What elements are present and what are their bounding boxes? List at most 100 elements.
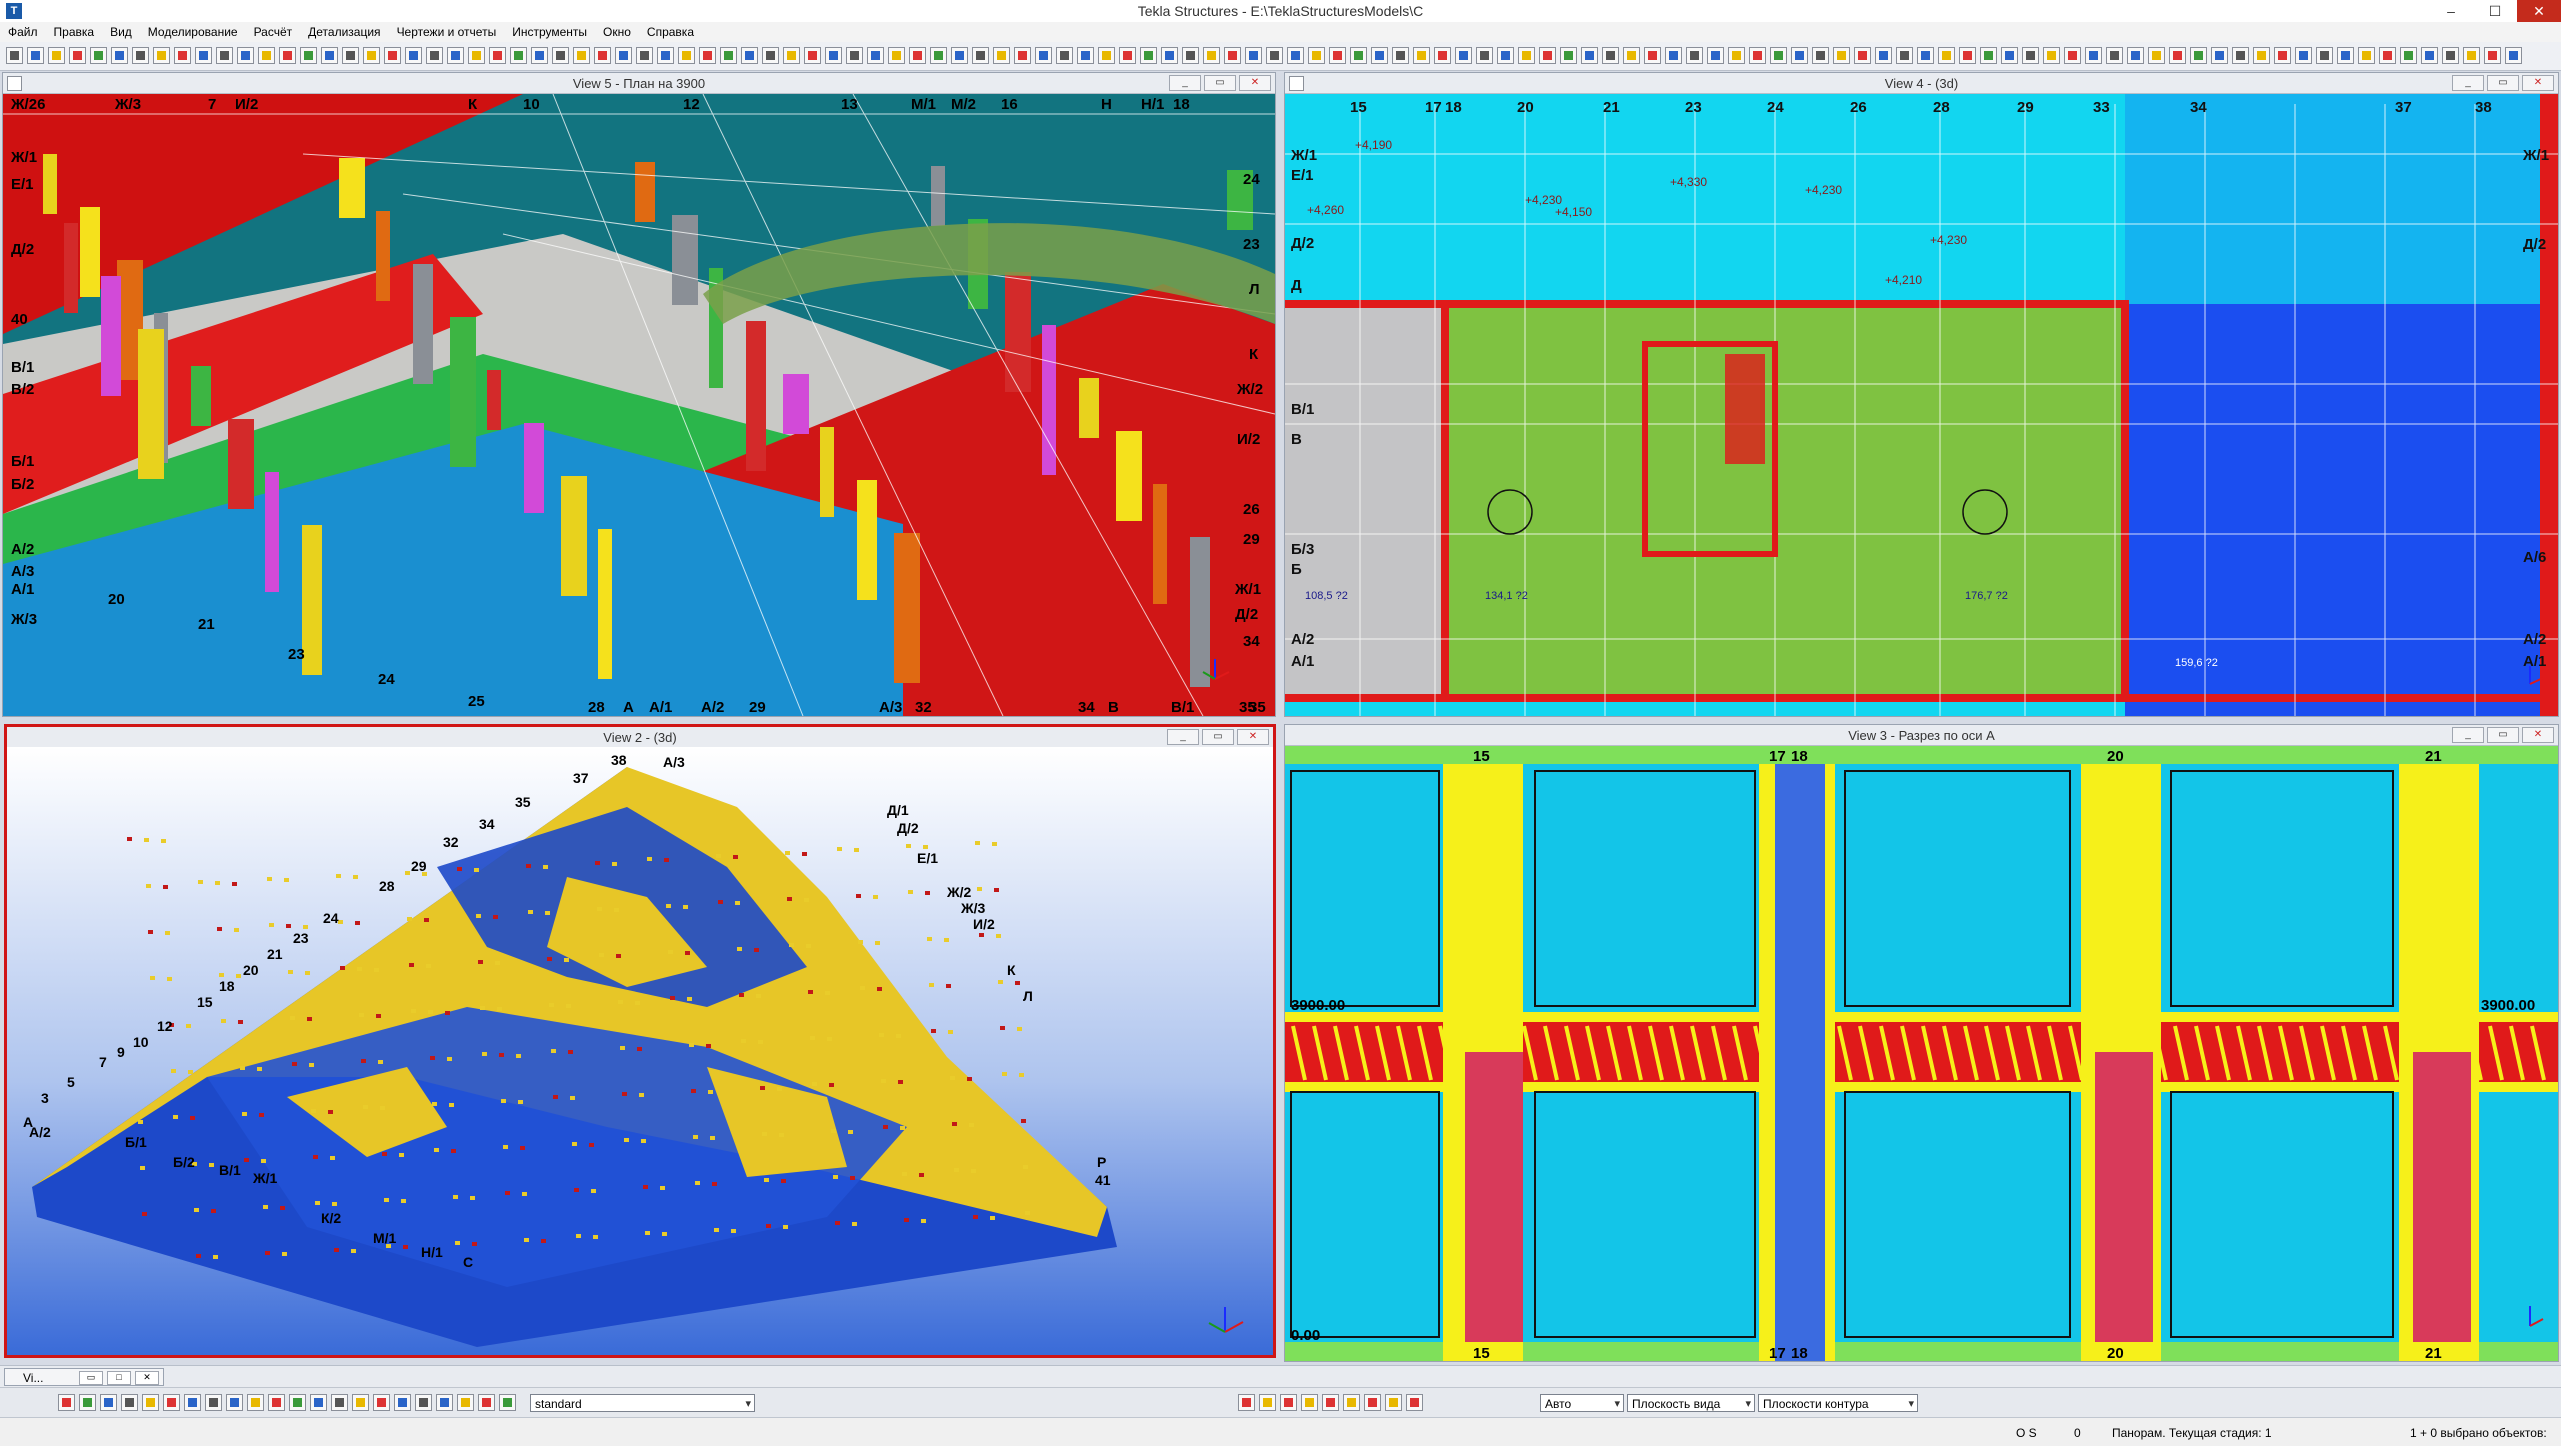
toolbar-tool-icon[interactable] [1707,47,1724,64]
toolbar-tool-icon[interactable] [1098,47,1115,64]
toolbar-tool-icon[interactable] [846,47,863,64]
structural-column[interactable] [265,472,279,592]
toolbar-tool-icon[interactable] [867,47,884,64]
structural-column[interactable] [138,329,164,479]
restore-icon[interactable]: ▭ [2487,727,2519,743]
selection-switch-icon[interactable] [268,1394,285,1411]
toolbar-tool-icon[interactable] [426,47,443,64]
structural-column[interactable] [1153,484,1167,604]
toolbar-tool-icon[interactable] [636,47,653,64]
snap-switch-icon[interactable] [1406,1394,1423,1411]
snap-switch-icon[interactable] [1301,1394,1318,1411]
selection-switch-icon[interactable] [205,1394,222,1411]
menu-window[interactable]: Окно [595,25,639,39]
menu-view[interactable]: Вид [102,25,140,39]
toolbar-tool-icon[interactable] [993,47,1010,64]
restore-icon[interactable]: ▭ [79,1371,103,1385]
toolbar-tool-icon[interactable] [2211,47,2228,64]
menu-detailing[interactable]: Детализация [300,25,388,39]
close-icon[interactable]: ✕ [2522,727,2554,743]
toolbar-tool-icon[interactable] [237,47,254,64]
toolbar-tool-icon[interactable] [2358,47,2375,64]
toolbar-tool-icon[interactable] [1749,47,1766,64]
toolbar-tool-icon[interactable] [1959,47,1976,64]
toolbar-tool-icon[interactable] [1476,47,1493,64]
toolbar-tool-icon[interactable] [825,47,842,64]
structural-column[interactable] [43,154,57,214]
toolbar-tool-icon[interactable] [2295,47,2312,64]
toolbar-tool-icon[interactable] [27,47,44,64]
view-4-window[interactable]: View 4 - (3d) _ ▭ ✕ 15 17 18 20 21 23 24… [1284,72,2559,717]
structural-column[interactable] [598,529,612,679]
toolbar-tool-icon[interactable] [594,47,611,64]
toolbar-tool-icon[interactable] [2442,47,2459,64]
close-icon[interactable]: ✕ [1237,729,1269,745]
toolbar-tool-icon[interactable] [363,47,380,64]
maximize-icon[interactable]: □ [107,1371,131,1385]
toolbar-tool-icon[interactable] [1875,47,1892,64]
toolbar-tool-icon[interactable] [1371,47,1388,64]
selection-switch-icon[interactable] [226,1394,243,1411]
toolbar-tool-icon[interactable] [741,47,758,64]
toolbar-tool-icon[interactable] [489,47,506,64]
toolbar-tool-icon[interactable] [531,47,548,64]
selection-filter-select[interactable]: standard [530,1394,755,1413]
toolbar-tool-icon[interactable] [1140,47,1157,64]
view-2-window[interactable]: View 2 - (3d) _ ▭ ✕ 38 37 35 34 32 29 28… [4,724,1276,1358]
toolbar-tool-icon[interactable] [1035,47,1052,64]
toolbar-tool-icon[interactable] [6,47,23,64]
structural-column[interactable] [413,264,433,384]
selection-switch-icon[interactable] [247,1394,264,1411]
toolbar-tool-icon[interactable] [699,47,716,64]
toolbar-tool-icon[interactable] [2337,47,2354,64]
work-plane-select[interactable]: Плоскость вида [1627,1394,1755,1413]
toolbar-tool-icon[interactable] [1434,47,1451,64]
menu-help[interactable]: Справка [639,25,702,39]
close-button[interactable]: ✕ [2517,0,2561,22]
view-4-model-canvas[interactable]: 15 17 18 20 21 23 24 26 28 29 33 34 37 3… [1285,94,2558,716]
toolbar-tool-icon[interactable] [2274,47,2291,64]
toolbar-tool-icon[interactable] [1518,47,1535,64]
toolbar-tool-icon[interactable] [615,47,632,64]
structural-column[interactable] [64,223,78,313]
toolbar-tool-icon[interactable] [69,47,86,64]
toolbar-tool-icon[interactable] [300,47,317,64]
maximize-button[interactable]: ☐ [2473,0,2517,22]
selection-switch-icon[interactable] [142,1394,159,1411]
minimize-icon[interactable]: _ [1167,729,1199,745]
toolbar-tool-icon[interactable] [1224,47,1241,64]
structural-column[interactable] [302,525,322,675]
selection-switch-icon[interactable] [415,1394,432,1411]
menu-file[interactable]: Файл [0,25,46,39]
structural-column[interactable] [857,480,877,600]
toolbar-tool-icon[interactable] [1665,47,1682,64]
toolbar-tool-icon[interactable] [1182,47,1199,64]
toolbar-tool-icon[interactable] [1329,47,1346,64]
toolbar-tool-icon[interactable] [468,47,485,64]
menu-tools[interactable]: Инструменты [504,25,595,39]
toolbar-tool-icon[interactable] [2169,47,2186,64]
snap-switch-icon[interactable] [1238,1394,1255,1411]
toolbar-tool-icon[interactable] [1581,47,1598,64]
selection-switch-icon[interactable] [58,1394,75,1411]
toolbar-tool-icon[interactable] [1686,47,1703,64]
minimize-icon[interactable]: _ [2452,75,2484,91]
toolbar-tool-icon[interactable] [258,47,275,64]
toolbar-tool-icon[interactable] [804,47,821,64]
toolbar-tool-icon[interactable] [2001,47,2018,64]
structural-column[interactable] [1005,272,1031,392]
toolbar-tool-icon[interactable] [2106,47,2123,64]
menu-modeling[interactable]: Моделирование [140,25,246,39]
restore-icon[interactable]: ▭ [2487,75,2519,91]
toolbar-tool-icon[interactable] [2484,47,2501,64]
structural-column[interactable] [487,370,501,430]
selection-switch-icon[interactable] [100,1394,117,1411]
selection-switch-icon[interactable] [184,1394,201,1411]
structural-column[interactable] [376,211,390,301]
toolbar-tool-icon[interactable] [888,47,905,64]
selection-switch-icon[interactable] [499,1394,516,1411]
toolbar-tool-icon[interactable] [678,47,695,64]
structural-column[interactable] [783,374,809,434]
toolbar-tool-icon[interactable] [216,47,233,64]
toolbar-tool-icon[interactable] [1896,47,1913,64]
